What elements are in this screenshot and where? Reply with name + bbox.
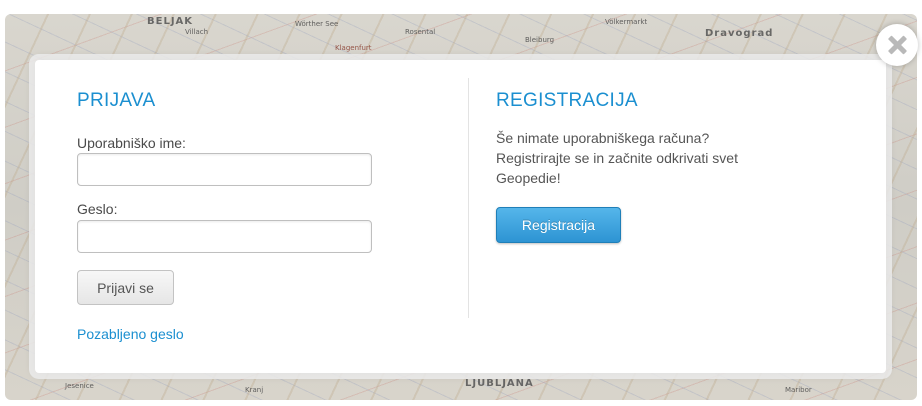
close-icon — [888, 36, 906, 54]
close-button[interactable] — [876, 24, 918, 66]
register-description: Še nimate uporabniškega računa? Registri… — [496, 130, 738, 186]
login-register-dialog: PRIJAVA Uporabniško ime: Geslo: Prijavi … — [35, 60, 886, 373]
map-label: Völkermarkt — [605, 18, 648, 26]
map-label: Klagenfurt — [335, 44, 372, 52]
register-button[interactable]: Registracija — [496, 207, 621, 243]
map-label: Wörther See — [295, 20, 339, 28]
map-label: Villach — [185, 28, 209, 36]
column-divider — [468, 78, 469, 318]
forgot-password-link[interactable]: Pozabljeno geslo — [77, 326, 184, 342]
map-label: Bleiburg — [525, 36, 555, 44]
map-label: BELJAK — [147, 16, 194, 27]
password-input[interactable] — [77, 220, 372, 253]
map-label: Jesenice — [65, 382, 94, 390]
register-heading: REGISTRACIJA — [496, 90, 638, 111]
map-label: Maribor — [785, 386, 812, 394]
username-label: Uporabniško ime: — [77, 135, 186, 151]
map-label: Dravograd — [705, 28, 774, 39]
map-label: LJUBLJANA — [465, 378, 534, 389]
login-button[interactable]: Prijavi se — [77, 270, 174, 305]
login-heading: PRIJAVA — [77, 90, 156, 111]
password-label: Geslo: — [77, 201, 118, 217]
page: BELJAK Villach Wörther See Klagenfurt Ro… — [0, 0, 922, 406]
username-input[interactable] — [77, 153, 372, 186]
map-label: Kranj — [245, 386, 264, 394]
map-label: Rosental — [405, 28, 436, 36]
